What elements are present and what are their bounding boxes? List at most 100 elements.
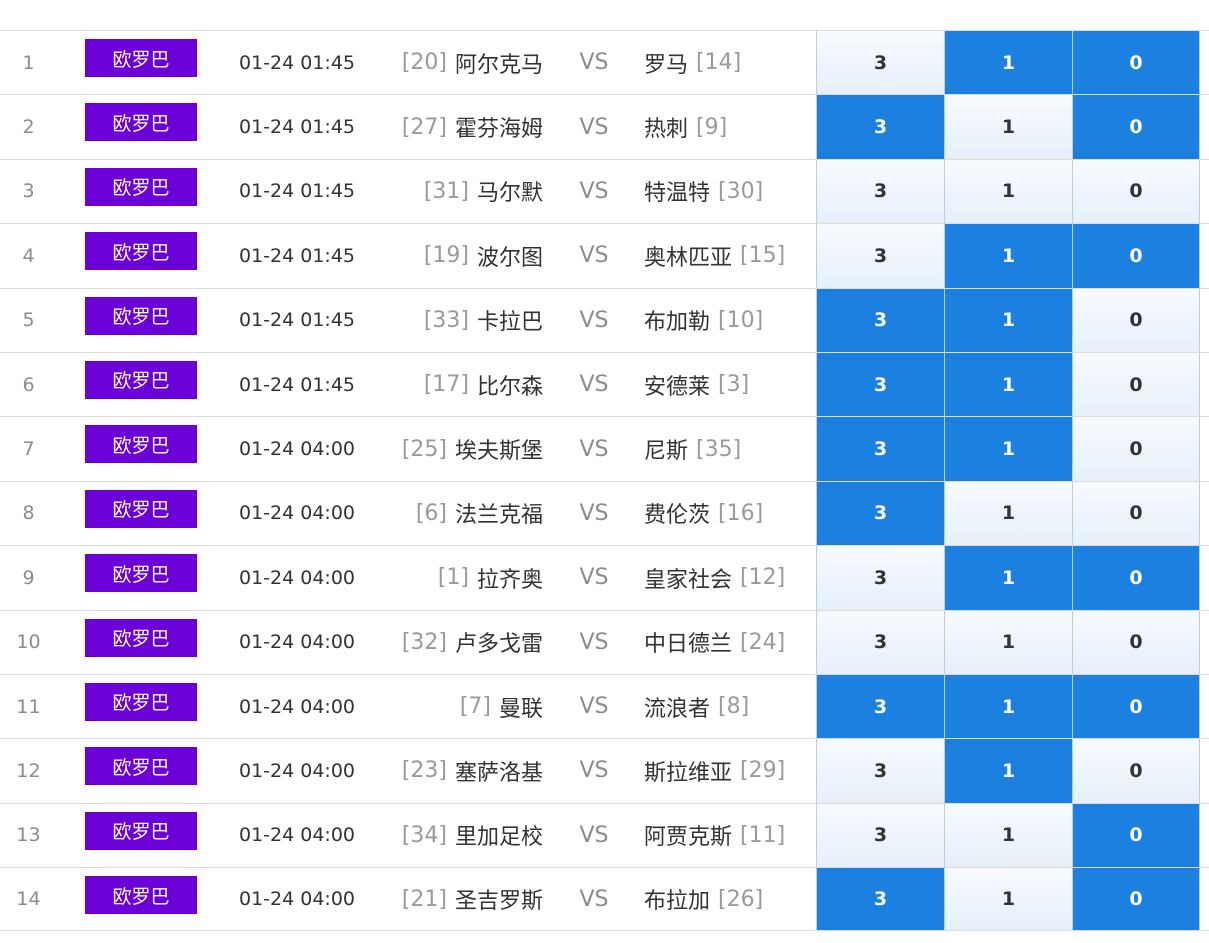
vs-label: VS — [579, 50, 609, 76]
odds-draw-button[interactable]: 1 — [944, 674, 1072, 739]
odds-win-button[interactable]: 3 — [816, 31, 944, 95]
odds-draw-button[interactable]: 1 — [944, 288, 1072, 352]
away-team-name: 费伦茨 — [644, 503, 711, 529]
league-badge[interactable]: 欧罗巴 — [85, 747, 197, 786]
match-row: 3 欧罗巴 01-24 01:45 [31] 马尔默 VS 特温特 [30] 3 1 0 — [0, 158, 1209, 224]
league-badge[interactable]: 欧罗巴 — [85, 554, 197, 593]
match-time: 01-24 01:45 — [239, 244, 356, 267]
league-badge[interactable]: 欧罗巴 — [85, 425, 197, 464]
odds-win-button[interactable]: 3 — [816, 610, 944, 674]
odds-lose-button[interactable]: 0 — [1072, 159, 1200, 224]
odds-win-button[interactable]: 3 — [816, 868, 944, 931]
vs-label: VS — [579, 436, 609, 462]
odds-draw-button[interactable]: 1 — [944, 546, 1072, 610]
home-team-rank: [23] — [401, 758, 447, 784]
vs-label: VS — [579, 500, 609, 526]
odds-draw-button[interactable]: 1 — [944, 803, 1072, 868]
odds-win-button[interactable]: 3 — [816, 352, 944, 417]
vs-label: VS — [579, 758, 609, 784]
away-team-name: 安德莱 — [644, 374, 711, 400]
odds-lose-button[interactable]: 0 — [1072, 868, 1200, 931]
home-team-rank: [6] — [415, 500, 447, 526]
league-badge[interactable]: 欧罗巴 — [85, 39, 197, 77]
odds-draw-button[interactable]: 1 — [944, 868, 1072, 931]
odds-lose-button[interactable]: 0 — [1072, 417, 1200, 481]
match-index: 12 — [16, 759, 41, 782]
odds-draw-button[interactable]: 1 — [944, 224, 1072, 288]
odds-lose-button[interactable]: 0 — [1072, 95, 1200, 159]
odds-lose-button[interactable]: 0 — [1072, 739, 1200, 803]
away-team-rank: [26] — [718, 886, 764, 912]
odds-win-button[interactable]: 3 — [816, 674, 944, 739]
odds-draw-button[interactable]: 1 — [944, 417, 1072, 481]
league-badge[interactable]: 欧罗巴 — [85, 876, 197, 915]
league-badge[interactable]: 欧罗巴 — [85, 811, 197, 850]
league-badge[interactable]: 欧罗巴 — [85, 167, 197, 206]
odds-win-button[interactable]: 3 — [816, 481, 944, 546]
home-team-rank: [21] — [401, 886, 447, 912]
odds-draw-button[interactable]: 1 — [944, 95, 1072, 159]
odds-draw-button[interactable]: 1 — [944, 352, 1072, 417]
odds-win-button[interactable]: 3 — [816, 159, 944, 224]
match-index: 8 — [22, 502, 35, 525]
home-team-rank: [33] — [423, 307, 469, 333]
match-index: 6 — [22, 373, 35, 396]
home-team: [27] 霍芬海姆 — [402, 95, 543, 158]
match-row: 11 欧罗巴 01-24 04:00 [7] 曼联 VS 流浪者 [8] 3 1 0 — [0, 673, 1209, 739]
match-row: 4 欧罗巴 01-24 01:45 [19] 波尔图 VS 奥林匹亚 [15] 3 1 0 — [0, 223, 1209, 288]
odds-win-button[interactable]: 3 — [816, 546, 944, 610]
league-badge[interactable]: 欧罗巴 — [85, 103, 197, 142]
away-team-rank: [9] — [696, 114, 728, 140]
away-team: 中日德兰 [24] — [644, 611, 785, 674]
odds-lose-button[interactable]: 0 — [1072, 674, 1200, 739]
league-badge[interactable]: 欧罗巴 — [85, 489, 197, 528]
away-team: 费伦茨 [16] — [644, 482, 763, 545]
odds-draw-button[interactable]: 1 — [944, 739, 1072, 803]
odds-lose-button[interactable]: 0 — [1072, 481, 1200, 546]
match-time: 01-24 04:00 — [239, 438, 356, 461]
odds-lose-button[interactable]: 0 — [1072, 224, 1200, 288]
odds-win-button[interactable]: 3 — [816, 288, 944, 352]
away-team-rank: [14] — [696, 50, 742, 76]
away-team-name: 中日德兰 — [644, 632, 733, 658]
vs-label: VS — [579, 178, 609, 204]
home-team: [17] 比尔森 — [424, 353, 543, 416]
odds-win-button[interactable]: 3 — [816, 739, 944, 803]
match-row: 8 欧罗巴 01-24 04:00 [6] 法兰克福 VS 费伦茨 [16] 3 1 0 — [0, 480, 1209, 546]
odds-lose-button[interactable]: 0 — [1072, 610, 1200, 674]
home-team-rank: [17] — [423, 372, 469, 398]
match-index: 7 — [22, 438, 35, 461]
league-badge[interactable]: 欧罗巴 — [85, 682, 197, 721]
odds-win-button[interactable]: 3 — [816, 95, 944, 159]
match-row: 6 欧罗巴 01-24 01:45 [17] 比尔森 VS 安德莱 [3] 3 1 0 — [0, 351, 1209, 417]
match-time: 01-24 04:00 — [239, 759, 356, 782]
odds-lose-button[interactable]: 0 — [1072, 546, 1200, 610]
odds-draw-button[interactable]: 1 — [944, 159, 1072, 224]
league-badge[interactable]: 欧罗巴 — [85, 232, 197, 271]
match-index: 14 — [16, 888, 41, 911]
match-index: 1 — [22, 51, 35, 74]
odds-draw-button[interactable]: 1 — [944, 31, 1072, 95]
match-row: 5 欧罗巴 01-24 01:45 [33] 卡拉巴 VS 布加勒 [10] 3 1 0 — [0, 287, 1209, 352]
home-team-name: 埃夫斯堡 — [454, 439, 543, 465]
league-badge[interactable]: 欧罗巴 — [85, 618, 197, 657]
odds-win-button[interactable]: 3 — [816, 224, 944, 288]
away-team-rank: [29] — [740, 758, 786, 784]
odds-lose-button[interactable]: 0 — [1072, 31, 1200, 95]
home-team-name: 曼联 — [498, 696, 543, 722]
odds-lose-button[interactable]: 0 — [1072, 803, 1200, 868]
odds-draw-button[interactable]: 1 — [944, 481, 1072, 546]
odds-lose-button[interactable]: 0 — [1072, 352, 1200, 417]
home-team-rank: [31] — [423, 178, 469, 204]
league-badge[interactable]: 欧罗巴 — [85, 296, 197, 335]
odds-draw-button[interactable]: 1 — [944, 610, 1072, 674]
odds-win-button[interactable]: 3 — [816, 803, 944, 868]
home-team: [23] 塞萨洛基 — [402, 739, 543, 802]
odds-lose-button[interactable]: 0 — [1072, 288, 1200, 352]
odds-win-button[interactable]: 3 — [816, 417, 944, 481]
away-team-rank: [15] — [740, 243, 786, 269]
away-team: 流浪者 [8] — [644, 675, 749, 738]
league-badge[interactable]: 欧罗巴 — [85, 360, 197, 399]
match-time: 01-24 04:00 — [239, 566, 356, 589]
match-row: 12 欧罗巴 01-24 04:00 [23] 塞萨洛基 VS 斯拉维亚 [29] 3 1 0 — [0, 738, 1209, 803]
